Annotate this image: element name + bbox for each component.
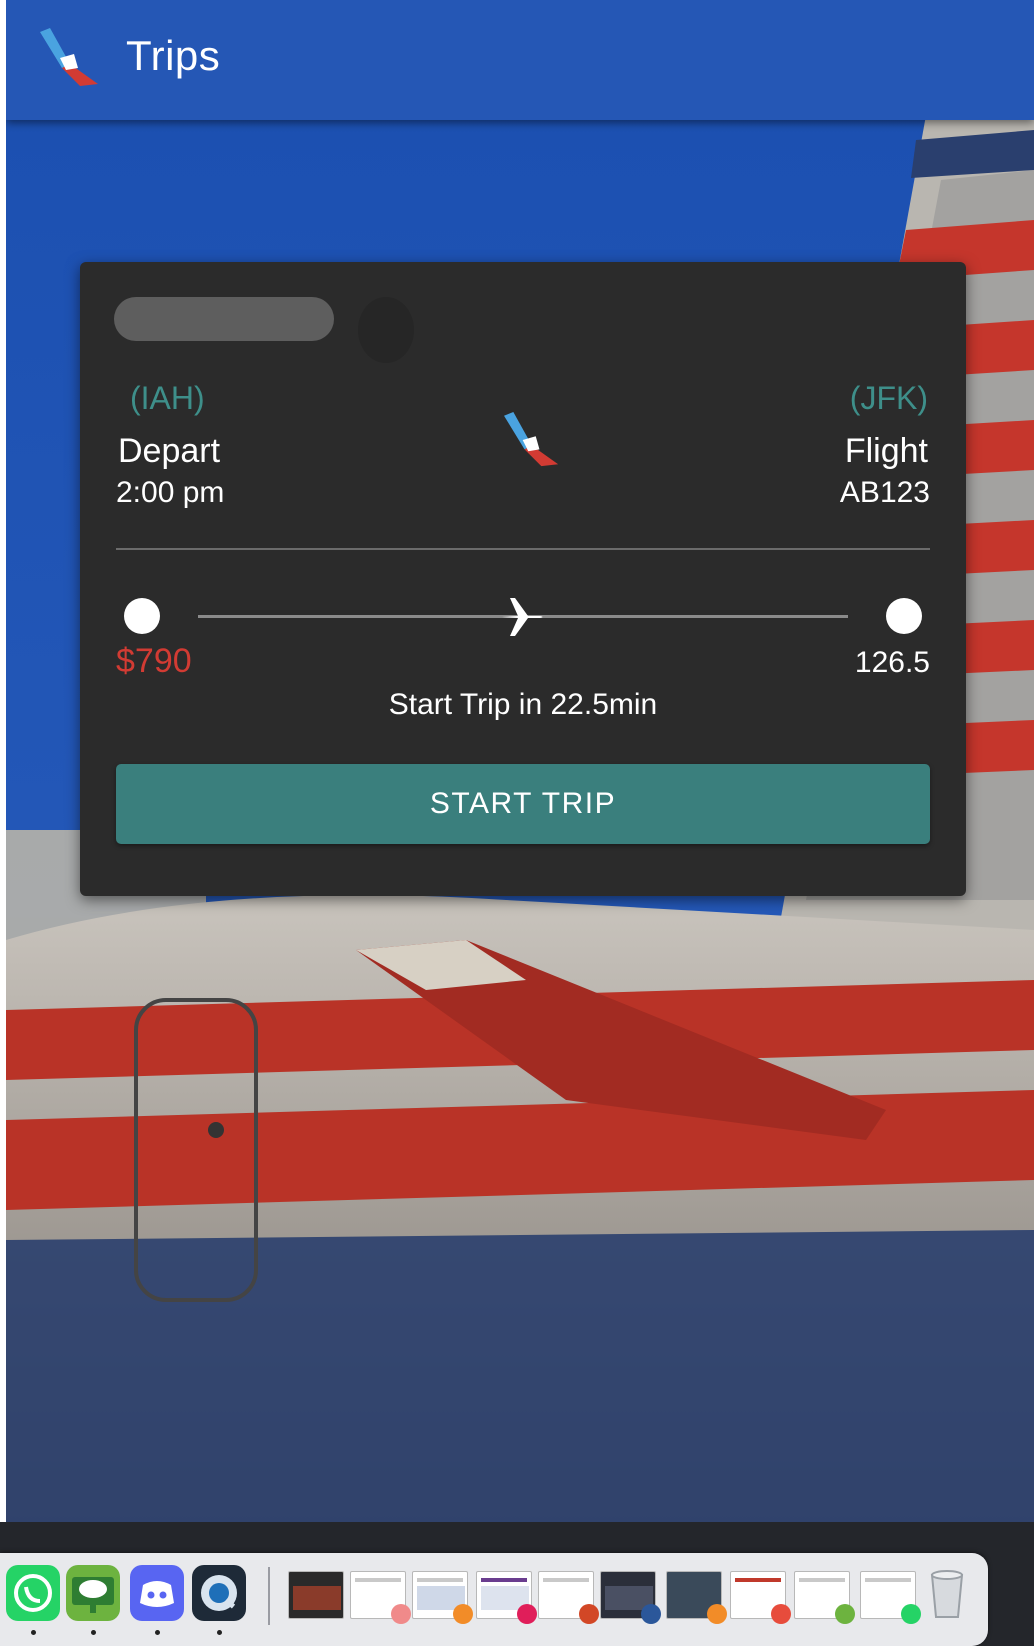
app-window: Trips (IAH) (JFK) Depart Flight 2:00 pm …: [6, 0, 1034, 1522]
window-thumbnail-5[interactable]: [538, 1571, 599, 1624]
start-trip-button[interactable]: START TRIP: [116, 764, 930, 844]
trip-progress-track: [116, 590, 930, 650]
depart-time: 2:00 pm: [116, 476, 225, 509]
airline-logo-icon: [504, 412, 560, 468]
window-thumbnail-2[interactable]: [350, 1571, 411, 1624]
screen-share-icon[interactable]: [66, 1565, 120, 1635]
quicktime-icon[interactable]: [192, 1565, 246, 1635]
window-thumbnail-8[interactable]: [730, 1571, 791, 1624]
window-thumbnail-4[interactable]: [476, 1571, 537, 1624]
window-thumbnail-3[interactable]: [412, 1571, 473, 1624]
airline-logo-icon: [40, 28, 100, 88]
window-thumbnail-10[interactable]: [860, 1571, 921, 1624]
trip-price: $790: [116, 642, 192, 680]
origin-airport-code: (IAH): [130, 380, 205, 416]
redacted-pill-placeholder: [114, 297, 334, 341]
app-header: Trips: [6, 0, 1034, 120]
airplane-icon: [498, 592, 548, 642]
whatsapp-icon[interactable]: [6, 1565, 60, 1635]
macos-dock: [0, 1553, 988, 1646]
destination-point-marker: [886, 598, 922, 634]
depart-label: Depart: [118, 432, 221, 470]
page-title: Trips: [126, 32, 221, 79]
dock-separator: [268, 1567, 270, 1625]
window-thumbnail-9[interactable]: [794, 1571, 855, 1624]
trip-end-value: 126.5: [854, 646, 930, 679]
trip-card: (IAH) (JFK) Depart Flight 2:00 pm AB123: [80, 262, 966, 896]
window-thumbnail-6[interactable]: [600, 1571, 661, 1624]
window-thumbnail-7[interactable]: [666, 1571, 727, 1624]
start-countdown-text: Start Trip in 22.5min: [388, 688, 658, 721]
trash-icon[interactable]: [920, 1565, 974, 1621]
discord-icon[interactable]: [130, 1565, 184, 1635]
destination-airport-code: (JFK): [849, 380, 928, 416]
redacted-avatar-placeholder: [358, 297, 414, 363]
flight-label: Flight: [844, 432, 928, 470]
window-thumbnail-1[interactable]: [288, 1571, 344, 1619]
card-divider: [116, 548, 930, 550]
origin-point-marker: [124, 598, 160, 634]
flight-number: AB123: [839, 476, 930, 509]
